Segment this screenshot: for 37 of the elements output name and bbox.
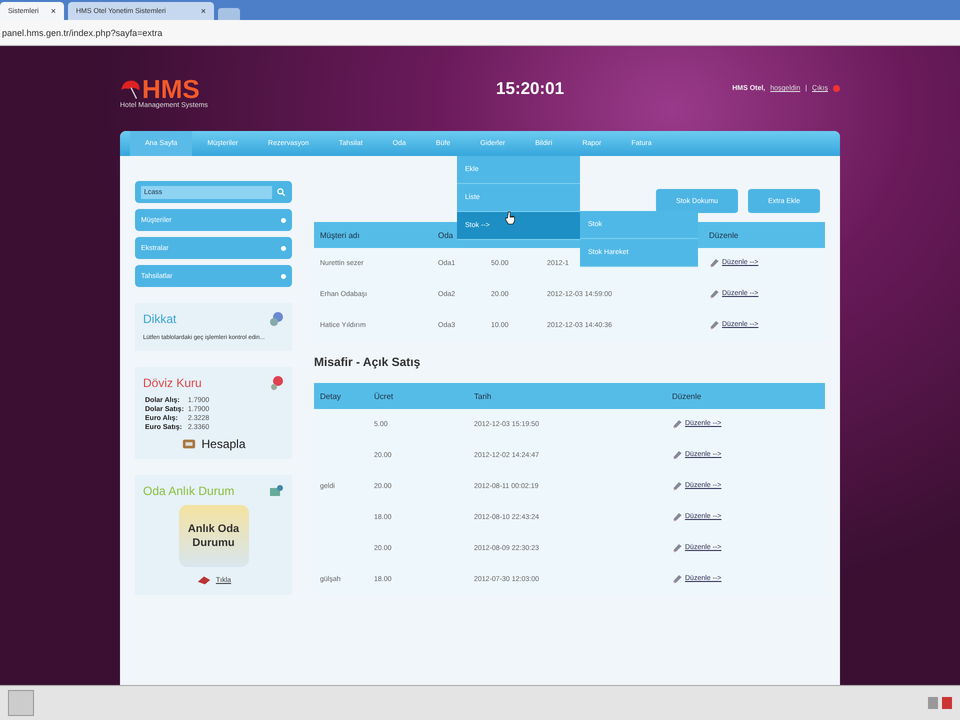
column-header: Oda — [438, 230, 454, 240]
dot-icon — [281, 218, 286, 222]
column-header: Detay — [320, 392, 341, 400]
column-header: Ücret — [374, 392, 394, 400]
tray-icon[interactable] — [942, 697, 952, 709]
column-header: Tarih — [474, 392, 492, 400]
box-title: Dikkat — [143, 312, 176, 326]
search-icon — [276, 187, 286, 197]
dot-icon — [281, 246, 286, 250]
hand-cursor-icon — [504, 211, 518, 225]
clock: 15:20:01 — [496, 78, 564, 98]
pencil-icon — [709, 319, 720, 330]
calculator-icon — [181, 437, 198, 451]
pencil-icon — [672, 511, 683, 522]
close-icon[interactable] — [833, 85, 840, 92]
column-header: Müşteri adı — [320, 230, 360, 240]
column-header: Düzenle — [709, 230, 738, 240]
section-title: Misafir - Açık Satış — [314, 355, 422, 369]
column-header: Düzenle — [672, 392, 702, 400]
room-status-image[interactable]: Anlık Oda Durumu — [178, 505, 248, 567]
address-bar[interactable]: panel.hms.gen.tr/index.php?sayfa=extra — [0, 28, 162, 38]
dot-icon — [281, 274, 286, 278]
box-title: Oda Anlık Durum — [143, 484, 234, 498]
pencil-icon — [672, 542, 683, 553]
calculate-link[interactable]: Hesapla — [201, 437, 246, 451]
pencil-icon — [672, 418, 683, 429]
pencil-icon — [709, 257, 720, 268]
box-title: Döviz Kuru — [143, 376, 202, 390]
logo-text: HMS — [142, 76, 200, 102]
pencil-icon — [672, 573, 683, 584]
pencil-icon — [672, 480, 683, 491]
taskbar-button[interactable] — [8, 690, 34, 716]
pencil-icon — [672, 449, 683, 460]
new-tab-button[interactable] — [218, 8, 240, 20]
pencil-icon — [709, 288, 720, 299]
tray-icon[interactable] — [928, 697, 938, 709]
umbrella-icon — [120, 78, 142, 100]
